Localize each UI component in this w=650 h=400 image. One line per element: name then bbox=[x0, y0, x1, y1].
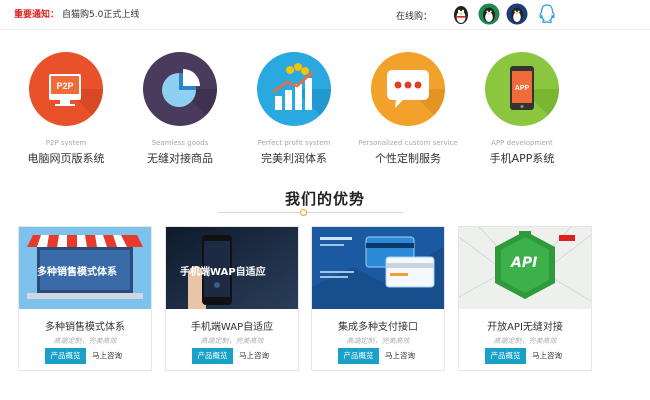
feature-en-label: P2P system bbox=[45, 139, 87, 147]
banner-text: 多种销售模式体系 bbox=[37, 267, 117, 278]
p2p-icon: P2P bbox=[29, 52, 103, 126]
product-overview-button[interactable]: 产品概览 bbox=[485, 348, 526, 364]
card-banner: 多种销售模式体系 bbox=[19, 227, 151, 309]
feature-zh-label: 无缝对接商品 bbox=[147, 152, 213, 165]
card-title: 多种销售模式体系 bbox=[45, 322, 125, 333]
title-divider-dot bbox=[300, 209, 307, 216]
card-banner: API bbox=[459, 227, 591, 309]
product-overview-button[interactable]: 产品概览 bbox=[338, 348, 379, 364]
card-subtitle: 高端定制，完美高效 bbox=[200, 337, 264, 345]
title-divider bbox=[218, 212, 403, 213]
advantage-card-payment[interactable]: 集成多种支付接口 高端定制，完美高效 产品概览 马上咨询 bbox=[311, 226, 445, 371]
card-banner: 手机端WAP自适应 bbox=[166, 227, 298, 309]
consult-now-link[interactable]: 马上咨询 bbox=[92, 348, 122, 364]
p2p-icon-text: P2P bbox=[56, 81, 73, 91]
card-title: 手机端WAP自适应 bbox=[190, 322, 274, 333]
banner-text: API bbox=[511, 255, 538, 271]
card-subtitle: 高端定制，完美高效 bbox=[346, 337, 410, 345]
top-bar: 重要通知： 自猫购5.0正式上线 在线购： bbox=[0, 0, 650, 30]
banner-text: 手机端WAP自适应 bbox=[180, 267, 266, 278]
card-title: 开放API无缝对接 bbox=[487, 322, 563, 333]
qq-outline-icon[interactable] bbox=[536, 3, 558, 25]
qq-penguin-icon[interactable] bbox=[450, 3, 472, 25]
chat-bubble-icon bbox=[371, 52, 445, 126]
app-icon-text: APP bbox=[515, 85, 530, 92]
mobile-app-icon: APP bbox=[485, 52, 559, 126]
feature-custom-service[interactable]: Personalized custom service 个性定制服务 bbox=[353, 52, 463, 166]
advantage-card-wap[interactable]: 手机端WAP自适应 手机端WAP自适应 高端定制，完美高效 产品概览 马上咨询 bbox=[165, 226, 299, 371]
feature-app-development[interactable]: APP APP development 手机APP系统 bbox=[467, 52, 577, 166]
card-title: 集成多种支付接口 bbox=[338, 322, 418, 333]
card-banner bbox=[312, 227, 444, 309]
pie-chart-icon bbox=[143, 52, 217, 126]
product-overview-button[interactable]: 产品概览 bbox=[192, 348, 233, 364]
card-subtitle: 高端定制，完美高效 bbox=[53, 337, 117, 345]
feature-en-label: Perfect profit system bbox=[257, 139, 331, 147]
feature-profit-system[interactable]: Perfect profit system 完美利润体系 bbox=[239, 52, 349, 166]
consult-now-link[interactable]: 马上咨询 bbox=[385, 348, 415, 364]
product-overview-button[interactable]: 产品概览 bbox=[45, 348, 86, 364]
consult-now-link[interactable]: 马上咨询 bbox=[239, 348, 269, 364]
feature-en-label: Seamless goods bbox=[151, 139, 209, 147]
advantage-card-sales-modes[interactable]: 多种销售模式体系 多种销售模式体系 高端定制，完美高效 产品概览 马上咨询 bbox=[18, 226, 152, 371]
feature-zh-label: 完美利润体系 bbox=[261, 152, 327, 165]
advantage-card-open-api[interactable]: API 开放API无缝对接 高端定制，完美高效 产品概览 马上咨询 bbox=[458, 226, 592, 371]
feature-zh-label: 电脑网页版系统 bbox=[27, 152, 105, 165]
notice-label: 重要通知： bbox=[14, 10, 60, 20]
feature-zh-label: 手机APP系统 bbox=[489, 152, 555, 165]
card-subtitle: 高端定制，完美高效 bbox=[493, 337, 557, 345]
qq-penguin-green-icon[interactable] bbox=[478, 3, 500, 25]
notice-text[interactable]: 自猫购5.0正式上线 bbox=[62, 7, 139, 20]
consult-label: 在线购： bbox=[396, 12, 433, 22]
bar-chart-icon bbox=[257, 52, 331, 126]
feature-en-label: Personalized custom service bbox=[358, 139, 458, 147]
section-title: 我们的优势 bbox=[284, 190, 365, 208]
qq-penguin-blue-icon[interactable] bbox=[506, 3, 528, 25]
feature-p2p[interactable]: P2P P2P system 电脑网页版系统 bbox=[11, 52, 121, 166]
consult-now-link[interactable]: 马上咨询 bbox=[532, 348, 562, 364]
feature-zh-label: 个性定制服务 bbox=[375, 152, 441, 165]
feature-seamless-goods[interactable]: Seamless goods 无缝对接商品 bbox=[125, 52, 235, 166]
feature-en-label: APP development bbox=[491, 139, 553, 147]
